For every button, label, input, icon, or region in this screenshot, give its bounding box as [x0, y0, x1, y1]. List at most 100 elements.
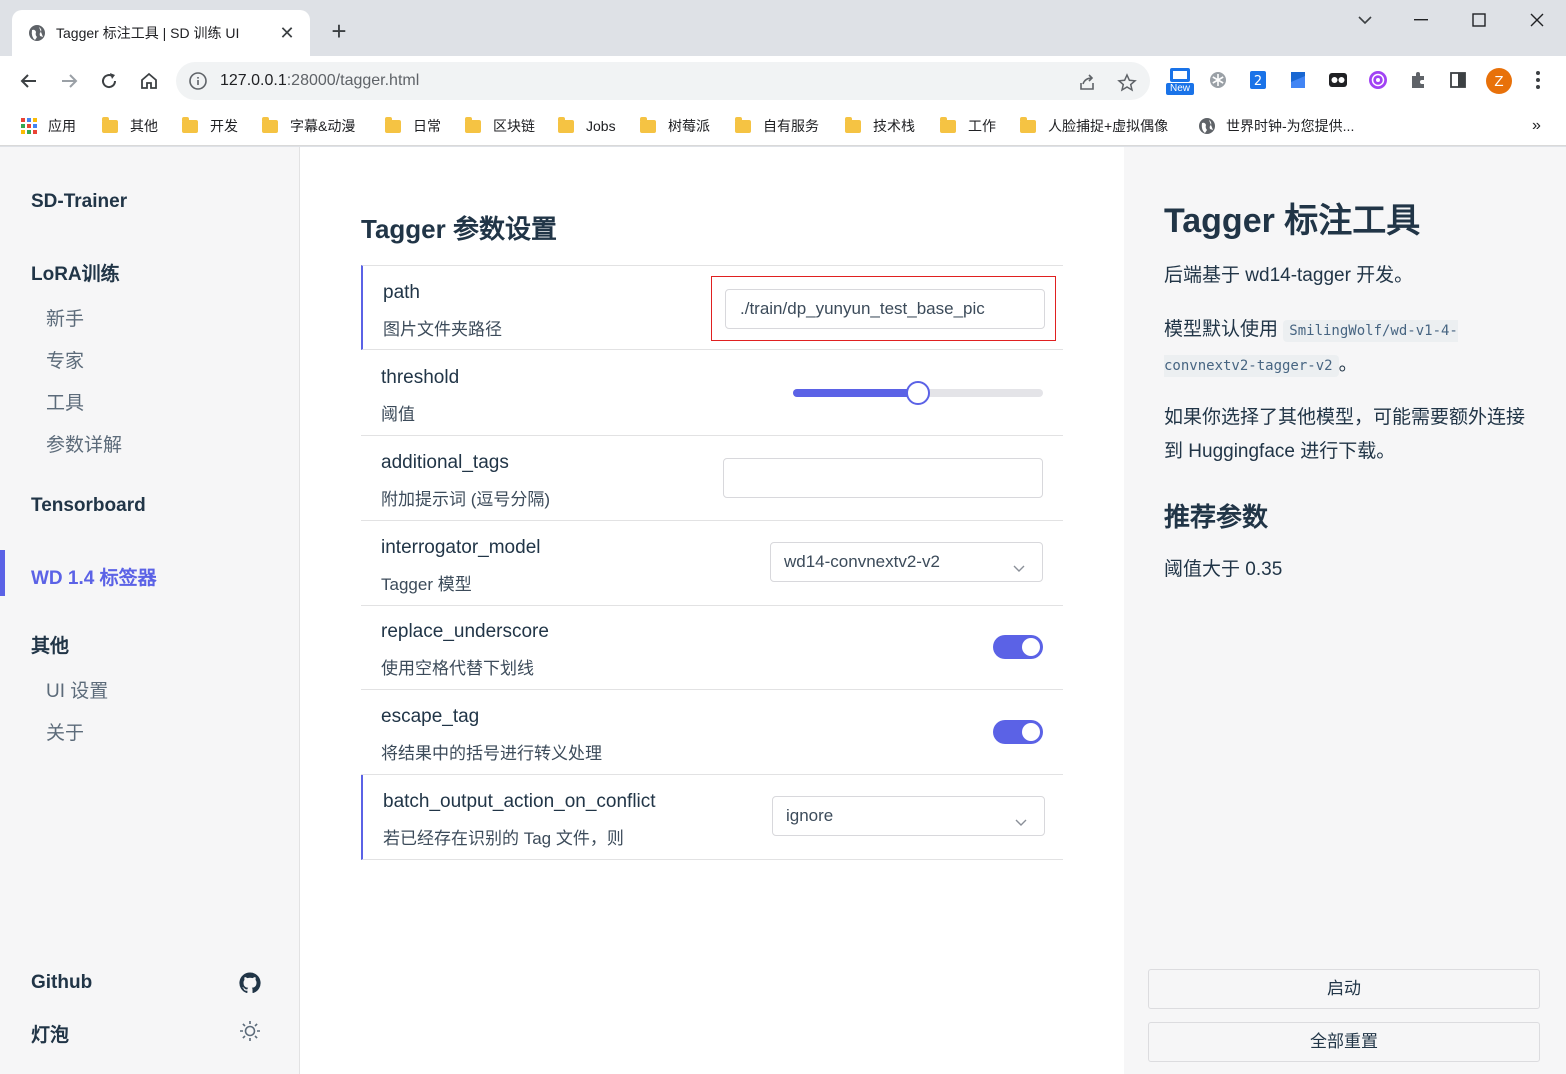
reload-icon[interactable] — [94, 66, 124, 96]
sidebar-group-lora[interactable]: LoRA训练 — [31, 259, 120, 286]
sidebar-group-other[interactable]: 其他 — [31, 631, 69, 658]
number-two-extension-icon[interactable]: 2 — [1246, 68, 1270, 92]
github-icon[interactable] — [238, 971, 262, 995]
maximize-icon[interactable] — [1464, 8, 1494, 32]
home-icon[interactable] — [134, 66, 164, 96]
bookmark-folder[interactable]: 人脸捕捉+虚拟偶像 — [1020, 114, 1168, 138]
sidebar: SD-Trainer LoRA训练 新手 专家 工具 参数详解 Tensorbo… — [0, 147, 300, 1074]
address-bar[interactable]: 127.0.0.1:28000/tagger.html — [176, 62, 1150, 100]
more-menu-icon[interactable] — [1526, 68, 1550, 92]
sidebar-item-tools[interactable]: 工具 — [46, 388, 84, 415]
sidebar-item-expert[interactable]: 专家 — [46, 346, 84, 373]
bookmark-star-icon[interactable] — [1114, 70, 1140, 96]
slider-thumb[interactable] — [906, 381, 930, 405]
main-panel: Tagger 参数设置 path 图片文件夹路径 ./train/dp_yuny… — [301, 147, 1124, 1074]
folder-icon — [182, 116, 198, 133]
bookmark-folder[interactable]: Jobs — [558, 114, 616, 138]
info-subtitle: 推荐参数 — [1164, 502, 1269, 532]
batch-output-action-select[interactable]: ignore — [772, 796, 1045, 836]
close-window-icon[interactable] — [1522, 8, 1552, 32]
param-name: interrogator_model — [381, 537, 541, 558]
param-row-additional-tags: additional_tags 附加提示词 (逗号分隔) — [361, 436, 1063, 521]
interrogator-model-select[interactable]: wd14-convnextv2-v2 — [770, 542, 1043, 582]
info-paragraph: 模型默认使用 SmilingWolf/wd-v1-4-convnextv2-ta… — [1164, 319, 1458, 377]
start-button[interactable]: 启动 — [1148, 969, 1540, 1009]
sidebar-brand[interactable]: SD-Trainer — [31, 191, 127, 213]
extension-new-icon[interactable]: New — [1166, 66, 1194, 96]
tab-strip: Tagger 标注工具 | SD 训练 UI ✕ + — [0, 0, 1566, 56]
tab-search-icon[interactable] — [1350, 8, 1380, 32]
new-tab-icon[interactable]: + — [326, 18, 352, 44]
param-row-path: path 图片文件夹路径 ./train/dp_yunyun_test_base… — [361, 265, 1063, 350]
sidebar-item-param-docs[interactable]: 参数详解 — [46, 430, 122, 457]
back-icon[interactable] — [14, 66, 44, 96]
replace-underscore-toggle[interactable] — [993, 635, 1043, 659]
bookmark-folder[interactable]: 其他 — [102, 114, 158, 138]
apps-grid-icon — [20, 117, 38, 135]
param-row-interrogator-model: interrogator_model Tagger 模型 wd14-convne… — [361, 521, 1063, 606]
minimize-icon[interactable] — [1406, 8, 1436, 32]
share-icon[interactable] — [1074, 70, 1100, 96]
blue-extension-icon[interactable] — [1286, 68, 1310, 92]
bookmark-apps[interactable]: 应用 — [20, 114, 76, 138]
bookmark-world-clock[interactable]: 世界时钟-为您提供... — [1198, 114, 1354, 138]
param-name: additional_tags — [381, 452, 509, 473]
select-value: wd14-convnextv2-v2 — [784, 552, 940, 571]
bookmarks-overflow-icon[interactable]: » — [1532, 114, 1541, 138]
escape-tag-toggle[interactable] — [993, 720, 1043, 744]
info-panel: Tagger 标注工具 后端基于 wd14-tagger 开发。 模型默认使用 … — [1124, 147, 1566, 1074]
extensions-puzzle-icon[interactable] — [1406, 68, 1430, 92]
sidebar-item-about[interactable]: 关于 — [46, 718, 84, 745]
sidebar-item-ui-settings[interactable]: UI 设置 — [46, 676, 108, 703]
param-desc: Tagger 模型 — [381, 575, 472, 594]
bookmark-folder[interactable]: 技术栈 — [845, 114, 915, 138]
bookmark-folder[interactable]: 树莓派 — [640, 114, 710, 138]
globe-icon — [28, 24, 46, 42]
podcast-extension-icon[interactable] — [1366, 68, 1390, 92]
param-desc: 附加提示词 (逗号分隔) — [381, 490, 551, 509]
chevron-down-icon — [1010, 553, 1028, 572]
param-desc: 阈值 — [381, 405, 415, 424]
folder-icon — [558, 116, 574, 133]
profile-avatar[interactable]: Z — [1486, 68, 1512, 94]
sidebar-item-beginner[interactable]: 新手 — [46, 304, 84, 331]
page-content: SD-Trainer LoRA训练 新手 专家 工具 参数详解 Tensorbo… — [0, 147, 1566, 1074]
sidebar-theme-label[interactable]: 灯泡 — [31, 1020, 69, 1047]
folder-icon — [102, 116, 118, 133]
browser-toolbar: 127.0.0.1:28000/tagger.html New 2 Z — [0, 56, 1566, 106]
param-desc: 将结果中的括号进行转义处理 — [381, 744, 602, 763]
bookmark-folder[interactable]: 工作 — [940, 114, 996, 138]
param-name: replace_underscore — [381, 621, 549, 642]
info-title: Tagger 标注工具 — [1164, 202, 1421, 240]
additional-tags-input[interactable] — [723, 458, 1043, 498]
close-tab-icon[interactable]: ✕ — [276, 23, 298, 44]
param-desc: 若已经存在识别的 Tag 文件，则 — [383, 829, 624, 848]
param-desc: 使用空格代替下划线 — [381, 659, 534, 678]
sun-icon[interactable] — [238, 1019, 262, 1043]
bookmark-folder[interactable]: 自有服务 — [735, 114, 819, 138]
snowflake-extension-icon[interactable] — [1206, 68, 1230, 92]
site-info-icon[interactable] — [188, 71, 208, 91]
path-input[interactable]: ./train/dp_yunyun_test_base_pic — [725, 289, 1045, 329]
forward-icon[interactable] — [54, 66, 84, 96]
param-name: path — [383, 282, 420, 303]
chevron-down-icon — [1012, 807, 1030, 826]
bookmark-folder[interactable]: 字幕&动漫 — [262, 114, 355, 138]
bookmark-folder[interactable]: 日常 — [385, 114, 441, 138]
folder-icon — [465, 116, 481, 133]
browser-tab[interactable]: Tagger 标注工具 | SD 训练 UI ✕ — [12, 10, 310, 56]
url-host: 127.0.0.1 — [220, 72, 287, 89]
threshold-slider[interactable] — [793, 381, 1043, 405]
select-value: ignore — [786, 806, 834, 825]
side-panel-icon[interactable] — [1446, 68, 1470, 92]
bookmark-folder[interactable]: 区块链 — [465, 114, 535, 138]
sidebar-item-tensorboard[interactable]: Tensorboard — [31, 495, 146, 517]
dual-eye-extension-icon[interactable] — [1326, 68, 1350, 92]
sidebar-github-label[interactable]: Github — [31, 972, 92, 994]
param-row-escape-tag: escape_tag 将结果中的括号进行转义处理 — [361, 690, 1063, 775]
reset-all-button[interactable]: 全部重置 — [1148, 1022, 1540, 1062]
url-path: :28000/tagger.html — [286, 72, 420, 89]
sidebar-item-wd-tagger[interactable]: WD 1.4 标签器 — [31, 563, 157, 590]
param-row-replace-underscore: replace_underscore 使用空格代替下划线 — [361, 605, 1063, 690]
bookmark-folder[interactable]: 开发 — [182, 114, 238, 138]
